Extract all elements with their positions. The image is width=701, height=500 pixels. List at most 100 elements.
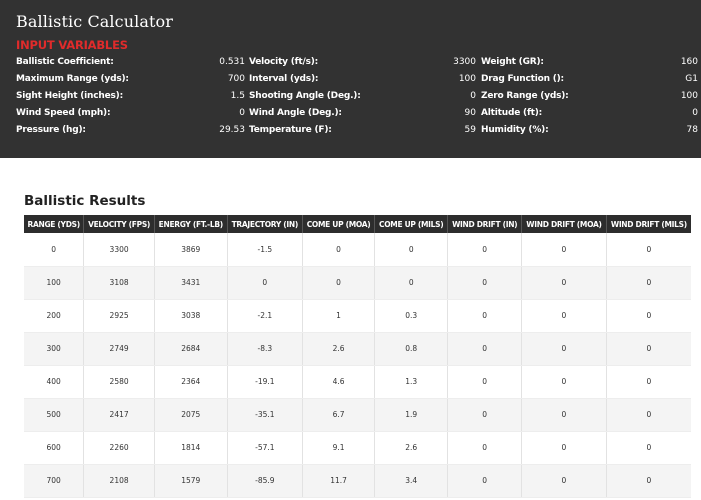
table-cell: 3431 — [154, 266, 228, 300]
table-cell: 0 — [521, 332, 607, 366]
table-cell: 2.6 — [302, 332, 376, 366]
table-cell: 0 — [227, 266, 303, 300]
results-heading: Ballistic Results — [24, 193, 146, 209]
table-cell: 1.3 — [374, 365, 449, 399]
table-cell: 0 — [606, 464, 691, 498]
table-cell: 2364 — [154, 365, 228, 399]
input-variables-grid: Ballistic Coefficient: 0.531 Maximum Ran… — [16, 53, 698, 138]
column-header-come-up-moa: COME UP (MOA) — [302, 215, 376, 233]
column-header-velocity: VELOCITY (FPS) — [83, 215, 155, 233]
input-interval: Interval (yds): 100 — [249, 70, 478, 87]
page-title: Ballistic Calculator — [16, 12, 173, 31]
input-value: 100 — [458, 73, 476, 84]
input-value: 0 — [470, 90, 476, 101]
table-cell: 0 — [374, 233, 449, 267]
input-label: Interval (yds): — [249, 73, 319, 84]
input-label: Sight Height (inches): — [16, 90, 123, 101]
table-cell: 0 — [521, 398, 607, 432]
column-header-range: RANGE (YDS) — [24, 215, 85, 233]
input-value: 1.5 — [230, 90, 245, 101]
column-header-come-up-mils: COME UP (MILS) — [374, 215, 449, 233]
input-label: Shooting Angle (Deg.): — [249, 90, 361, 101]
input-value: 78 — [686, 124, 698, 135]
table-cell: 600 — [24, 431, 85, 465]
input-velocity: Velocity (ft/s): 3300 — [249, 53, 478, 70]
table-cell: -35.1 — [227, 398, 303, 432]
table-cell: 0.8 — [374, 332, 449, 366]
input-panel: Ballistic Calculator INPUT VARIABLES Bal… — [0, 0, 701, 158]
input-value: 0 — [692, 107, 698, 118]
table-cell: 2.6 — [374, 431, 449, 465]
table-cell: 1 — [302, 299, 376, 333]
table-cell: 0 — [606, 431, 691, 465]
input-value: 59 — [464, 124, 476, 135]
table-cell: 3038 — [154, 299, 228, 333]
table-cell: 400 — [24, 365, 85, 399]
table-cell: 0 — [521, 233, 607, 267]
input-value: 3300 — [453, 56, 476, 67]
table-cell: 0 — [447, 266, 523, 300]
table-cell: 0 — [521, 464, 607, 498]
input-maximum-range: Maximum Range (yds): 700 — [16, 70, 247, 87]
input-label: Wind Speed (mph): — [16, 107, 111, 118]
input-variables-heading: INPUT VARIABLES — [16, 38, 128, 52]
column-header-wind-drift-mils: WIND DRIFT (MILS) — [606, 215, 691, 233]
table-cell: 0 — [302, 266, 376, 300]
input-sight-height: Sight Height (inches): 1.5 — [16, 87, 247, 104]
input-label: Maximum Range (yds): — [16, 73, 129, 84]
input-value: G1 — [685, 73, 698, 84]
input-column-3: Weight (GR): 160 Drag Function (): G1 Ze… — [478, 53, 698, 138]
table-cell: 2684 — [154, 332, 228, 366]
table-row: 400 2580 2364 -19.1 4.6 1.3 0 0 0 — [24, 365, 691, 399]
input-label: Altitude (ft): — [481, 107, 543, 118]
table-cell: 300 — [24, 332, 85, 366]
table-cell: -85.9 — [227, 464, 303, 498]
table-cell: 0 — [302, 233, 376, 267]
table-cell: 0 — [447, 233, 523, 267]
input-value: 100 — [680, 90, 698, 101]
input-label: Drag Function (): — [481, 73, 564, 84]
input-drag-function: Drag Function (): G1 — [481, 70, 698, 87]
table-row: 100 3108 3431 0 0 0 0 0 0 — [24, 266, 691, 300]
results-body: 0 3300 3869 -1.5 0 0 0 0 0 100 3108 3431… — [24, 233, 691, 498]
table-cell: 2925 — [83, 299, 155, 333]
table-row: 500 2417 2075 -35.1 6.7 1.9 0 0 0 — [24, 398, 691, 432]
table-row: 700 2108 1579 -85.9 11.7 3.4 0 0 0 — [24, 464, 691, 498]
table-row: 200 2925 3038 -2.1 1 0.3 0 0 0 — [24, 299, 691, 333]
table-row: 0 3300 3869 -1.5 0 0 0 0 0 — [24, 233, 691, 267]
input-wind-angle: Wind Angle (Deg.): 90 — [249, 104, 478, 121]
table-cell: 0 — [521, 431, 607, 465]
input-column-2: Velocity (ft/s): 3300 Interval (yds): 10… — [247, 53, 478, 138]
input-value: 700 — [227, 73, 245, 84]
table-cell: 500 — [24, 398, 85, 432]
table-cell: 3300 — [83, 233, 155, 267]
table-cell: 1814 — [154, 431, 228, 465]
table-cell: 3.4 — [374, 464, 449, 498]
input-ballistic-coefficient: Ballistic Coefficient: 0.531 — [16, 53, 247, 70]
results-header-row: RANGE (YDS) VELOCITY (FPS) ENERGY (FT.-L… — [24, 215, 691, 233]
table-cell: 3108 — [83, 266, 155, 300]
input-label: Humidity (%): — [481, 124, 549, 135]
column-header-wind-drift-in: WIND DRIFT (IN) — [447, 215, 523, 233]
column-header-energy: ENERGY (FT.-LB) — [154, 215, 228, 233]
input-humidity: Humidity (%): 78 — [481, 121, 698, 138]
table-cell: 0 — [447, 398, 523, 432]
input-value: 0.531 — [219, 56, 245, 67]
input-label: Weight (GR): — [481, 56, 544, 67]
table-cell: 2417 — [83, 398, 155, 432]
input-label: Temperature (F): — [249, 124, 332, 135]
table-cell: -2.1 — [227, 299, 303, 333]
table-cell: 0 — [606, 233, 691, 267]
input-pressure: Pressure (hg): 29.53 — [16, 121, 247, 138]
input-label: Pressure (hg): — [16, 124, 86, 135]
table-cell: -57.1 — [227, 431, 303, 465]
table-cell: -19.1 — [227, 365, 303, 399]
table-cell: 1579 — [154, 464, 228, 498]
table-cell: 0 — [606, 398, 691, 432]
table-cell: 0 — [606, 266, 691, 300]
input-temperature: Temperature (F): 59 — [249, 121, 478, 138]
table-cell: 9.1 — [302, 431, 376, 465]
table-cell: 0 — [521, 299, 607, 333]
table-cell: 0 — [447, 431, 523, 465]
table-cell: -8.3 — [227, 332, 303, 366]
